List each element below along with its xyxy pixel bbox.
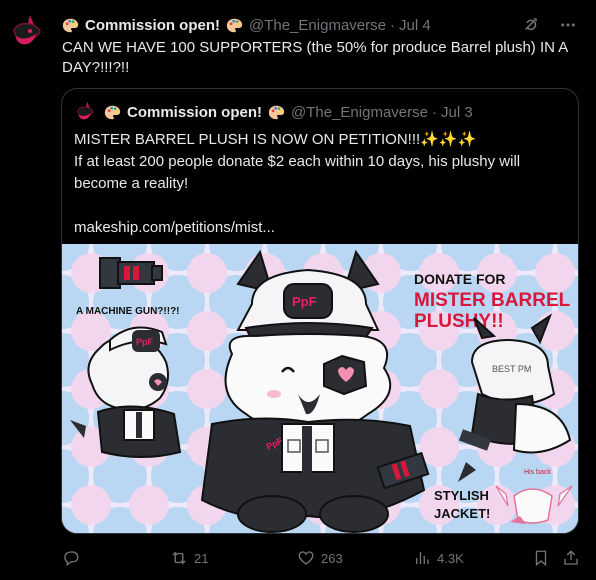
post-text: CAN WE HAVE 100 SUPPORTERS (the 50% for … — [62, 39, 568, 76]
hat-badge: PpF — [292, 294, 317, 309]
quote-media-image[interactable]: A MACHINE GUN?!!?! PpF PpF PpF DONATE FO… — [62, 244, 578, 533]
palette-icon — [268, 105, 285, 119]
reply-icon — [64, 551, 79, 567]
quoted-post[interactable]: Commission open! @The_Enigmaverse · Jul … — [61, 88, 579, 534]
quote-date: Jul 3 — [440, 103, 473, 121]
like-icon — [298, 551, 314, 565]
quote-link[interactable]: makeship.com/petitions/mist... — [74, 217, 569, 239]
grok-icon[interactable] — [520, 15, 540, 35]
post[interactable]: Commission open! @The_Enigmaverse · Jul … — [0, 0, 596, 580]
post-date[interactable]: Jul 4 — [399, 17, 431, 34]
retweet-button[interactable]: 21 — [170, 549, 208, 567]
like-count: 263 — [321, 550, 343, 566]
author-name[interactable]: Commission open! — [85, 17, 220, 34]
views-count: 4.3K — [437, 550, 464, 566]
separator: · — [389, 16, 395, 34]
share-icon — [564, 550, 578, 565]
jacket-caption-2: JACKET! — [434, 506, 490, 521]
retweet-icon — [172, 551, 186, 565]
quote-line-2: If at least 200 people donate $2 each wi… — [74, 153, 521, 192]
palette-icon — [226, 18, 243, 32]
donate-name-1: MISTER BARREL — [414, 290, 571, 311]
avatar[interactable] — [8, 12, 48, 52]
bookmark-button[interactable] — [532, 549, 550, 567]
quote-avatar[interactable] — [74, 100, 98, 124]
retweet-count: 21 — [194, 550, 209, 566]
palette-icon — [104, 105, 121, 119]
share-button[interactable] — [562, 549, 580, 567]
palette-icon — [62, 18, 79, 32]
back-label: BEST PM — [492, 364, 531, 374]
donate-name-2: PLUSHY!! — [414, 311, 504, 332]
reply-button[interactable] — [62, 549, 86, 567]
donate-title: DONATE FOR — [414, 271, 506, 287]
more-icon[interactable] — [558, 15, 578, 35]
like-button[interactable]: 263 — [297, 549, 343, 567]
quote-header: Commission open! @The_Enigmaverse · Jul … — [74, 101, 473, 123]
bookmark-icon — [535, 550, 547, 567]
separator: · — [431, 103, 437, 121]
quote-author-name: Commission open! — [127, 103, 263, 121]
post-actions: 21 263 4.3K — [62, 546, 582, 570]
author-handle[interactable]: @The_Enigmaverse — [249, 17, 386, 34]
machine-gun-drawing — [99, 257, 163, 289]
jacket-caption-1: STYLISH — [434, 488, 489, 503]
quote-text: MISTER BARREL PLUSH IS NOW ON PETITION!!… — [74, 129, 569, 239]
quote-author-handle: @The_Enigmaverse — [291, 103, 428, 121]
small-hat-badge: PpF — [136, 337, 154, 347]
plush-illustration: A MACHINE GUN?!!?! PpF PpF PpF DONATE FO… — [62, 244, 578, 533]
views-button[interactable]: 4.3K — [413, 549, 464, 567]
views-icon — [416, 552, 429, 564]
quote-line-1: MISTER BARREL PLUSH IS NOW ON PETITION!!… — [74, 131, 477, 148]
his-back-label: His back — [524, 469, 551, 476]
post-header: Commission open! @The_Enigmaverse · Jul … — [62, 14, 578, 36]
gun-caption: A MACHINE GUN?!!?! — [76, 306, 180, 317]
